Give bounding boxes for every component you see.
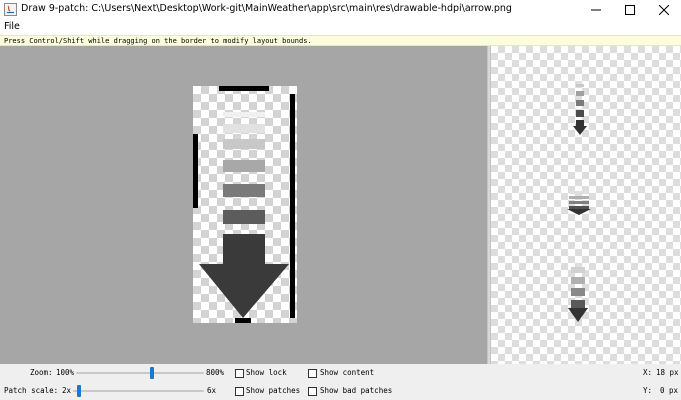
show-patches-checkbox[interactable] xyxy=(235,387,244,396)
arrow-head xyxy=(199,241,289,318)
x-readout-label: X: xyxy=(643,368,653,377)
nine-patch-image[interactable] xyxy=(193,86,297,323)
close-button[interactable] xyxy=(647,0,681,20)
java-app-icon xyxy=(4,3,17,16)
zoom-slider-thumb[interactable] xyxy=(150,367,154,379)
zoom-max-label: 800% xyxy=(206,368,225,377)
zoom-min-label: 100% xyxy=(56,368,75,377)
right-padding-marker xyxy=(290,94,295,318)
title-bar: Draw 9-patch: C:\Users\Next\Desktop\Work… xyxy=(0,0,681,20)
top-stretch-marker xyxy=(219,86,269,91)
patch-scale-slider-thumb[interactable] xyxy=(77,385,81,397)
window-title: Draw 9-patch: C:\Users\Next\Desktop\Work… xyxy=(21,3,512,14)
y-readout-value: 0 px xyxy=(660,386,679,395)
hint-bar: Press Control/Shift while dragging on th… xyxy=(0,35,681,46)
maximize-icon xyxy=(625,5,635,15)
close-icon xyxy=(659,5,669,15)
show-content-label: Show content xyxy=(320,368,375,377)
zoom-label: Zoom: xyxy=(30,368,53,377)
preview-horizontal xyxy=(567,191,591,215)
bottom-padding-marker xyxy=(235,318,251,323)
controls-panel: Zoom: 100% 800% Show lock Show content X… xyxy=(0,364,681,400)
left-stretch-marker xyxy=(193,134,198,208)
maximize-button[interactable] xyxy=(613,0,647,20)
minimize-icon xyxy=(591,9,601,11)
stretch-preview-pane xyxy=(491,46,681,364)
show-lock-label: Show lock xyxy=(246,368,287,377)
x-readout-value: 18 px xyxy=(656,368,679,377)
minimize-button[interactable] xyxy=(579,0,613,20)
preview-vertical xyxy=(573,84,587,135)
patch-scale-max-label: 6x xyxy=(207,386,217,395)
y-readout-label: Y: xyxy=(643,386,653,395)
show-lock-checkbox[interactable] xyxy=(235,369,244,378)
hint-text: Press Control/Shift while dragging on th… xyxy=(4,37,312,45)
show-content-checkbox[interactable] xyxy=(308,369,317,378)
menu-bar: File xyxy=(0,20,681,35)
preview-both xyxy=(568,267,588,322)
patch-scale-min-label: 2x xyxy=(62,386,72,395)
show-patches-label: Show patches xyxy=(246,386,301,395)
patch-editor-canvas[interactable] xyxy=(0,46,487,364)
arrow-drawing xyxy=(193,86,295,323)
preview-drawing xyxy=(567,84,591,322)
show-bad-patches-checkbox[interactable] xyxy=(308,387,317,396)
menu-file[interactable]: File xyxy=(4,21,20,32)
zoom-slider[interactable] xyxy=(76,367,204,379)
patch-scale-label: Patch scale: xyxy=(4,386,59,395)
show-bad-patches-label: Show bad patches xyxy=(320,386,393,395)
patch-scale-slider[interactable] xyxy=(73,385,204,397)
